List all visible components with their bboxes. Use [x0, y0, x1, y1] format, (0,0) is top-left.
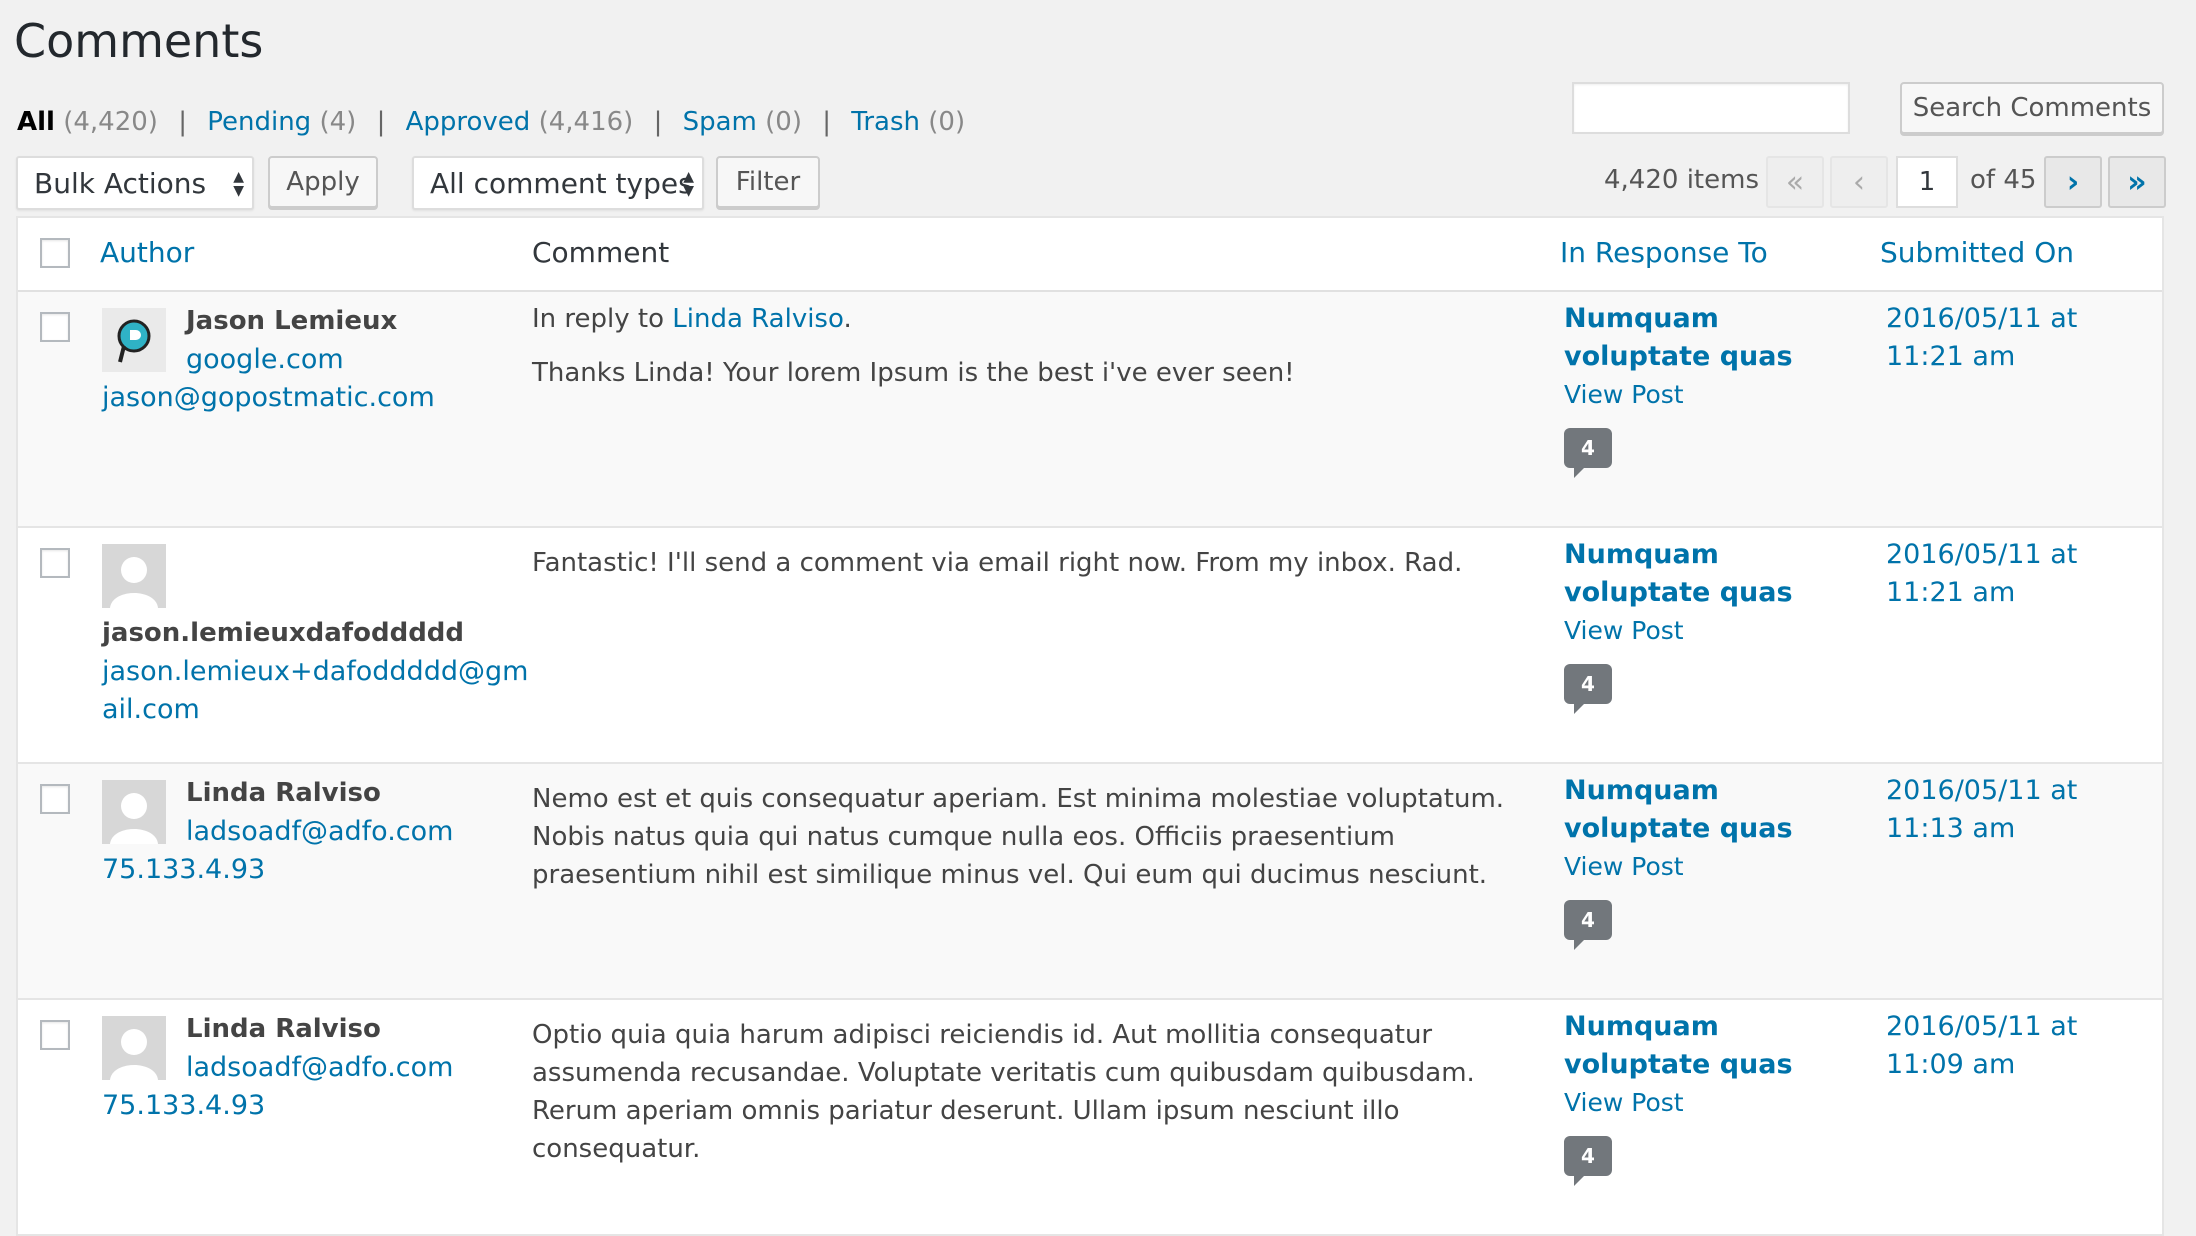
- reply-prefix: In reply to: [532, 304, 673, 334]
- items-count: 4,420 items: [1604, 165, 1759, 195]
- postmatic-logo-icon: [117, 319, 151, 363]
- apply-button[interactable]: Apply: [268, 156, 378, 208]
- default-avatar-icon: [110, 1029, 158, 1080]
- select-all-checkbox[interactable]: [40, 238, 70, 268]
- first-page-button: «: [1766, 156, 1824, 208]
- table-row: jason.lemieuxdafoddddd jason.lemieux+daf…: [18, 528, 2162, 764]
- search-comments-button[interactable]: Search Comments: [1900, 82, 2164, 134]
- avatar: [102, 1016, 166, 1080]
- table-row: Linda Ralviso ladsoadf@adfo.com 75.133.4…: [18, 764, 2162, 1000]
- current-page-input[interactable]: 1: [1896, 156, 1958, 208]
- filter-button[interactable]: Filter: [716, 156, 820, 208]
- table-row: Jason Lemieux google.com jason@gopostmat…: [18, 292, 2162, 528]
- comment-count-badge[interactable]: 4: [1564, 664, 1612, 714]
- row-checkbox[interactable]: [40, 312, 70, 342]
- view-post-link[interactable]: View Post: [1564, 1088, 1684, 1117]
- view-post-link[interactable]: View Post: [1564, 852, 1684, 881]
- author-name: Jason Lemieux: [186, 306, 398, 336]
- avatar: [102, 780, 166, 844]
- view-approved-count: (4,416): [538, 107, 634, 137]
- view-all-count: (4,420): [63, 107, 158, 137]
- search-input[interactable]: [1572, 82, 1850, 134]
- author-name: jason.lemieuxdafoddddd: [102, 618, 465, 648]
- view-separator: |: [653, 107, 663, 137]
- view-pending-count: (4): [319, 107, 357, 137]
- submitted-column-header[interactable]: Submitted On: [1880, 236, 2074, 269]
- submitted-date-link[interactable]: 2016/05/11 at 11:21 am: [1886, 536, 2156, 612]
- author-name: Linda Ralviso: [186, 778, 381, 808]
- author-email-link[interactable]: jason.lemieux+dafoddddd@gm: [102, 656, 528, 687]
- view-post-link[interactable]: View Post: [1564, 380, 1684, 409]
- previous-page-button: ‹: [1830, 156, 1888, 208]
- comment-text: Nemo est et quis consequatur aperiam. Es…: [532, 784, 1505, 890]
- submitted-date-link[interactable]: 2016/05/11 at 11:09 am: [1886, 1008, 2156, 1084]
- comments-table: Author Comment In Response To Submitted …: [16, 216, 2164, 1236]
- next-page-button[interactable]: ›: [2044, 156, 2102, 208]
- view-trash-link[interactable]: Trash: [851, 107, 920, 137]
- view-trash-count: (0): [928, 107, 966, 137]
- submitted-date-link[interactable]: 2016/05/11 at 11:21 am: [1886, 300, 2156, 376]
- reply-info: In reply to Linda Ralviso.: [532, 300, 1542, 338]
- view-separator: |: [178, 107, 187, 137]
- table-header: Author Comment In Response To Submitted …: [18, 218, 2162, 292]
- comment-type-select[interactable]: All comment types ▲ ▼: [412, 156, 704, 210]
- bulk-actions-value: Bulk Actions: [34, 166, 207, 200]
- comment-column-header: Comment: [532, 236, 670, 269]
- post-title-link[interactable]: Numquam voluptate quas: [1564, 1008, 1854, 1084]
- comment-count-badge[interactable]: 4: [1564, 428, 1612, 478]
- table-row: Linda Ralviso ladsoadf@adfo.com 75.133.4…: [18, 1000, 2162, 1234]
- last-page-button[interactable]: »: [2108, 156, 2166, 208]
- view-separator: |: [376, 107, 386, 137]
- default-avatar-icon: [110, 793, 158, 844]
- post-title-link[interactable]: Numquam voluptate quas: [1564, 772, 1854, 848]
- bulk-actions-select[interactable]: Bulk Actions ▲ ▼: [16, 156, 254, 210]
- author-ip-link[interactable]: 75.133.4.93: [102, 1090, 265, 1121]
- response-column-header[interactable]: In Response To: [1560, 236, 1768, 269]
- author-email-link[interactable]: jason@gopostmatic.com: [102, 382, 435, 413]
- view-approved-link[interactable]: Approved: [406, 107, 531, 137]
- reply-to-link[interactable]: Linda Ralviso: [672, 304, 843, 334]
- comment-text: Thanks Linda! Your lorem Ipsum is the be…: [532, 358, 1295, 388]
- select-arrows-icon: ▲ ▼: [683, 169, 694, 199]
- page-title: Comments: [14, 14, 264, 68]
- avatar: [102, 544, 166, 608]
- view-post-link[interactable]: View Post: [1564, 616, 1684, 645]
- author-email-link[interactable]: ladsoadf@adfo.com: [186, 816, 453, 847]
- comment-type-value: All comment types: [430, 166, 693, 200]
- row-checkbox[interactable]: [40, 784, 70, 814]
- post-title-link[interactable]: Numquam voluptate quas: [1564, 536, 1854, 612]
- view-filters: All (4,420) | Pending (4) | Approved (4,…: [17, 107, 965, 137]
- author-ip-link[interactable]: 75.133.4.93: [102, 854, 265, 885]
- view-spam-link[interactable]: Spam: [683, 107, 757, 137]
- default-avatar-icon: [110, 557, 158, 608]
- reply-suffix: .: [843, 304, 852, 334]
- view-separator: |: [822, 107, 832, 137]
- comment-count-badge[interactable]: 4: [1564, 1136, 1612, 1186]
- select-arrows-icon: ▲ ▼: [233, 169, 244, 199]
- author-url-link[interactable]: google.com: [186, 344, 344, 375]
- row-checkbox[interactable]: [40, 1020, 70, 1050]
- submitted-date-link[interactable]: 2016/05/11 at 11:13 am: [1886, 772, 2156, 848]
- view-all-link[interactable]: All: [17, 107, 55, 137]
- comment-text: Fantastic! I'll send a comment via email…: [532, 548, 1463, 578]
- view-pending-link[interactable]: Pending: [207, 107, 311, 137]
- post-title-link[interactable]: Numquam voluptate quas: [1564, 300, 1854, 376]
- comments-page: Comments All (4,420) | Pending (4) | App…: [0, 0, 2196, 1236]
- total-pages: of 45: [1970, 165, 2037, 195]
- author-name: Linda Ralviso: [186, 1014, 381, 1044]
- comment-text: Optio quia quia harum adipisci reiciendi…: [532, 1020, 1475, 1164]
- author-email-link-wrap[interactable]: ail.com: [102, 694, 200, 725]
- author-email-link[interactable]: ladsoadf@adfo.com: [186, 1052, 453, 1083]
- view-spam-count: (0): [765, 107, 802, 137]
- avatar: [102, 308, 166, 372]
- row-checkbox[interactable]: [40, 548, 70, 578]
- comment-count-badge[interactable]: 4: [1564, 900, 1612, 950]
- author-column-header[interactable]: Author: [100, 236, 194, 269]
